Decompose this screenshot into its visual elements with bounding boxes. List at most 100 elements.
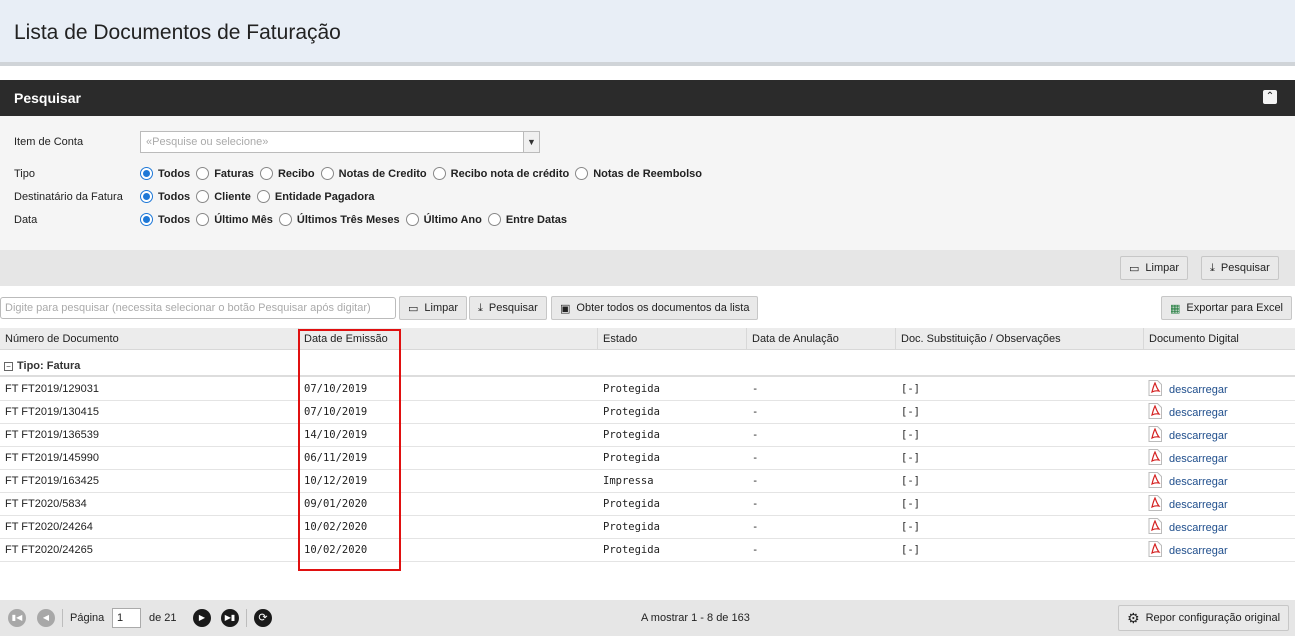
download-link[interactable]: descarregar: [1169, 499, 1228, 511]
cell-data-anulacao: -: [752, 383, 759, 395]
page-label: Página: [70, 612, 105, 624]
radio-label: Cliente: [214, 190, 251, 203]
radio-button-icon[interactable]: [256, 190, 270, 203]
get-all-documents-label: Obter todos os documentos da lista: [576, 302, 750, 314]
pdf-icon[interactable]: [1148, 495, 1162, 511]
radio-data-4[interactable]: Entre Datas: [487, 213, 567, 226]
radio-tipo-5[interactable]: Notas de Reembolso: [575, 167, 702, 180]
grid-search-input[interactable]: Digite para pesquisar (necessita selecio…: [0, 297, 396, 319]
radio-button-icon[interactable]: [432, 167, 446, 180]
download-link[interactable]: descarregar: [1169, 522, 1228, 534]
radio-button-icon[interactable]: [140, 213, 153, 226]
radio-tipo-3[interactable]: Notas de Credito: [320, 167, 427, 180]
pdf-icon[interactable]: [1148, 541, 1162, 557]
eraser-icon: ▭: [408, 302, 419, 315]
search-button[interactable]: ⤓ Pesquisar: [1201, 256, 1279, 280]
cell-data-anulacao: -: [752, 544, 759, 556]
chevron-down-icon[interactable]: ▼: [523, 132, 539, 152]
cell-data-anulacao: -: [752, 406, 759, 418]
download-link[interactable]: descarregar: [1169, 476, 1228, 488]
radio-button-icon[interactable]: [575, 167, 589, 180]
cell-data-anulacao: -: [752, 521, 759, 533]
page-number-input[interactable]: 1: [112, 608, 141, 628]
radio-data-1[interactable]: Último Mês: [196, 213, 273, 226]
cell-estado: Protegida: [603, 498, 660, 510]
item-conta-select[interactable]: «Pesquise ou selecione» ▼: [140, 131, 540, 153]
column-header-estado[interactable]: Estado: [597, 328, 637, 350]
pdf-icon[interactable]: [1148, 518, 1162, 534]
radio-button-icon[interactable]: [140, 190, 153, 203]
table-row[interactable]: FT FT2019/129031 07/10/2019 Protegida - [-] d…: [0, 378, 1295, 401]
page-title: Lista de Documentos de Faturação: [14, 21, 341, 44]
cell-numero: FT FT2019/163425: [5, 475, 99, 487]
column-header-documento-digital[interactable]: Documento Digital: [1143, 328, 1239, 350]
table-row[interactable]: FT FT2019/145990 06/11/2019 Protegida - [-] d…: [0, 447, 1295, 470]
download-link[interactable]: descarregar: [1169, 545, 1228, 557]
download-link[interactable]: descarregar: [1169, 407, 1228, 419]
radio-destinatario-0[interactable]: Todos: [140, 190, 190, 203]
radio-data-2[interactable]: Últimos Três Meses: [278, 213, 400, 226]
pdf-icon[interactable]: [1148, 380, 1162, 396]
group-row-fatura[interactable]: − Tipo: Fatura: [0, 357, 1295, 377]
first-page-icon[interactable]: ▮◀: [8, 609, 26, 627]
radio-button-icon[interactable]: [196, 167, 210, 180]
pager-separator: [62, 609, 63, 627]
radio-data-3[interactable]: Último Ano: [405, 213, 482, 226]
radio-destinatario-2[interactable]: Entidade Pagadora: [256, 190, 375, 203]
table-row[interactable]: FT FT2020/5834 09/01/2020 Protegida - [-] des…: [0, 493, 1295, 516]
clear-filters-button[interactable]: ▭ Limpar: [1120, 256, 1189, 280]
destinatario-radio-group: Todos Cliente Entidade Pagadora: [140, 190, 381, 203]
radio-button-icon[interactable]: [278, 213, 292, 226]
radio-button-icon[interactable]: [320, 167, 334, 180]
column-header-observacoes[interactable]: Doc. Substituição / Observações: [895, 328, 1061, 350]
grid-clear-button[interactable]: ▭ Limpar: [399, 296, 468, 320]
download-link[interactable]: descarregar: [1169, 430, 1228, 442]
radio-label: Recibo: [277, 167, 315, 180]
export-excel-button[interactable]: ▦ Exportar para Excel: [1161, 296, 1293, 320]
cell-observacoes: [-]: [901, 383, 920, 395]
table-row[interactable]: FT FT2019/136539 14/10/2019 Protegida - [-] d…: [0, 424, 1295, 447]
download-link[interactable]: descarregar: [1169, 384, 1228, 396]
cell-observacoes: [-]: [901, 544, 920, 556]
cell-observacoes: [-]: [901, 498, 920, 510]
group-label: Tipo: Fatura: [17, 360, 81, 372]
radio-button-icon[interactable]: [196, 213, 210, 226]
radio-destinatario-1[interactable]: Cliente: [196, 190, 251, 203]
radio-button-icon[interactable]: [259, 167, 273, 180]
pdf-icon[interactable]: [1148, 426, 1162, 442]
previous-page-icon[interactable]: ◀: [37, 609, 55, 627]
download-link[interactable]: descarregar: [1169, 453, 1228, 465]
eraser-icon: ▭: [1129, 262, 1140, 275]
grid-search-button[interactable]: ⤓ Pesquisar: [469, 296, 547, 320]
table-row[interactable]: FT FT2020/24264 10/02/2020 Protegida - [-] de…: [0, 516, 1295, 539]
last-page-icon[interactable]: ▶▮: [221, 609, 239, 627]
reset-configuration-button[interactable]: ⚙ Repor configuração original: [1118, 605, 1290, 631]
reset-configuration-label: Repor configuração original: [1145, 612, 1281, 624]
pdf-icon[interactable]: [1148, 472, 1162, 488]
radio-tipo-2[interactable]: Recibo: [259, 167, 315, 180]
cell-numero: FT FT2019/136539: [5, 429, 99, 441]
column-header-numero[interactable]: Número de Documento: [0, 328, 119, 350]
radio-button-icon[interactable]: [487, 213, 501, 226]
radio-label: Todos: [158, 167, 191, 180]
pdf-icon[interactable]: [1148, 403, 1162, 419]
pdf-icon[interactable]: [1148, 449, 1162, 465]
radio-button-icon[interactable]: [405, 213, 419, 226]
radio-button-icon[interactable]: [196, 190, 210, 203]
get-all-documents-button[interactable]: ▣ Obter todos os documentos da lista: [551, 296, 759, 320]
refresh-icon[interactable]: ⟳: [254, 609, 272, 627]
next-page-icon[interactable]: ▶: [193, 609, 211, 627]
radio-tipo-1[interactable]: Faturas: [196, 167, 254, 180]
cell-estado: Protegida: [603, 406, 660, 418]
collapse-group-icon[interactable]: −: [4, 362, 13, 371]
radio-tipo-4[interactable]: Recibo nota de crédito: [432, 167, 569, 180]
table-row[interactable]: FT FT2020/24265 10/02/2020 Protegida - [-] de…: [0, 539, 1295, 562]
table-row[interactable]: FT FT2019/130415 07/10/2019 Protegida - [-] d…: [0, 401, 1295, 424]
radio-data-0[interactable]: Todos: [140, 213, 190, 226]
radio-tipo-0[interactable]: Todos: [140, 167, 190, 180]
table-row[interactable]: FT FT2019/163425 10/12/2019 Impressa - [-] de…: [0, 470, 1295, 493]
radio-button-icon[interactable]: [140, 167, 153, 180]
collapse-icon[interactable]: ⌃: [1263, 90, 1277, 104]
download-icon: ⤓: [1210, 261, 1215, 274]
column-header-data-anulacao[interactable]: Data de Anulação: [746, 328, 839, 350]
